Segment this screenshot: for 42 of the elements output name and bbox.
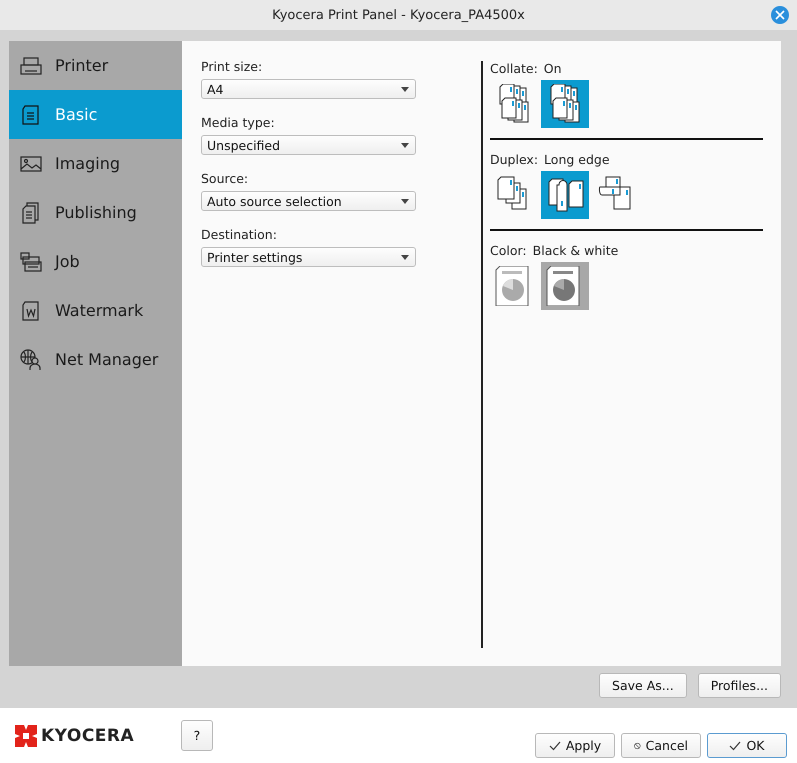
check-icon	[729, 740, 742, 752]
option-toggle[interactable]	[541, 262, 589, 310]
close-icon	[775, 10, 785, 20]
dropdown[interactable]: Unspecified	[201, 135, 416, 155]
profile-button[interactable]: Profiles...	[698, 673, 781, 698]
option-value: On	[544, 61, 562, 76]
field-label: Destination:	[201, 227, 278, 242]
dropdown[interactable]: Auto source selection	[201, 191, 416, 211]
apply-button[interactable]: Apply	[535, 733, 615, 758]
check-icon	[548, 740, 561, 752]
cancel-button[interactable]: Cancel	[621, 733, 701, 758]
dropdown-arrow-icon	[401, 142, 409, 148]
option-toggle[interactable]	[541, 80, 589, 128]
sidebar-item[interactable]: Watermark	[9, 286, 182, 335]
dropdown-arrow-icon	[401, 254, 409, 260]
option-label: Collate:	[490, 61, 538, 76]
logo-icon	[15, 724, 37, 746]
profile-button[interactable]: Save As...	[599, 673, 687, 698]
dropdown-arrow-icon	[401, 198, 409, 204]
option-value: Long edge	[544, 152, 610, 167]
sidebar-item[interactable]: Job	[9, 237, 182, 286]
option-toggle[interactable]	[541, 171, 589, 219]
globe-user-icon	[19, 348, 43, 372]
window-title: Kyocera Print Panel - Kyocera_PA4500x	[272, 8, 525, 22]
sidebar-item[interactable]: Printer	[9, 41, 182, 90]
dropdown[interactable]: A4	[201, 79, 416, 99]
sidebar-item[interactable]: Imaging	[9, 139, 182, 188]
field-label: Print size:	[201, 59, 264, 74]
sidebar-item[interactable]: Net Manager	[9, 335, 182, 384]
dropdown[interactable]: Printer settings	[201, 247, 416, 267]
sidebar-item[interactable]: Publishing	[9, 188, 182, 237]
option-label: Color:	[490, 243, 527, 258]
help-button[interactable]: ?	[181, 720, 213, 751]
ok-button[interactable]: OK	[707, 733, 787, 758]
close-button[interactable]	[771, 6, 789, 24]
dropdown-arrow-icon	[401, 86, 409, 92]
field-label: Media type:	[201, 115, 276, 130]
logo: KYOCERA	[41, 726, 134, 746]
option-value: Black & white	[532, 243, 618, 258]
field-label: Source:	[201, 171, 250, 186]
option-label: Duplex:	[490, 152, 538, 167]
stacked-trays-icon	[19, 250, 43, 274]
